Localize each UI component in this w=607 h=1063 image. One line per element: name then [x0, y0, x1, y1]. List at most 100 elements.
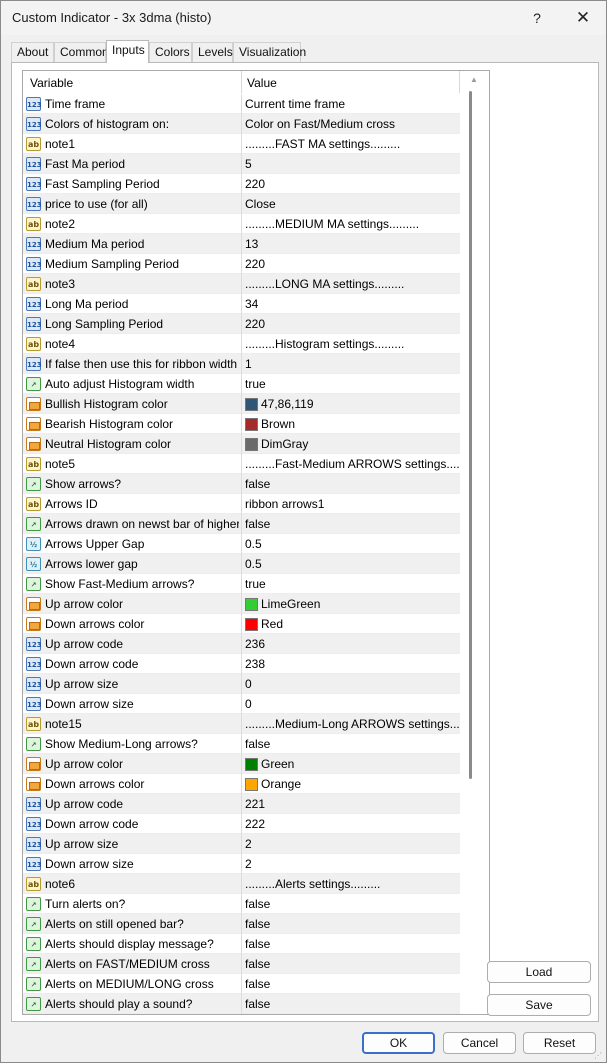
resize-grip-icon[interactable]: ⋰ [594, 1051, 604, 1061]
variable-value[interactable]: 0 [245, 697, 459, 711]
column-divider[interactable] [241, 71, 242, 93]
variable-value[interactable]: 2 [245, 837, 459, 851]
table-row[interactable]: 123 Medium Sampling Period 220 [23, 254, 460, 274]
variable-value[interactable]: 1 [245, 357, 459, 371]
tab-inputs[interactable]: Inputs [106, 40, 149, 63]
variable-value[interactable]: Close [245, 197, 459, 211]
table-row[interactable]: ab note5 .........Fast-Medium ARROWS setti… [23, 454, 460, 474]
variable-value[interactable]: false [245, 517, 459, 531]
variable-value[interactable]: 5 [245, 157, 459, 171]
variable-value[interactable]: 220 [245, 257, 459, 271]
variable-value[interactable]: .........Medium-Long ARROWS settings....… [245, 717, 459, 731]
variable-value[interactable]: Orange [245, 777, 459, 791]
variable-value[interactable]: 0.5 [245, 557, 459, 571]
color-swatch[interactable] [245, 617, 258, 631]
table-row[interactable]: ab Arrows ID ribbon arrows1 [23, 494, 460, 514]
table-row[interactable]: 123 Down arrow size 2 [23, 854, 460, 874]
variable-value[interactable]: DimGray [245, 437, 459, 451]
table-row[interactable]: 123 Up arrow size 2 [23, 834, 460, 854]
variable-value[interactable]: 0 [245, 677, 459, 691]
variable-value[interactable]: Color on Fast/Medium cross [245, 117, 459, 131]
table-row[interactable]: ab note1 .........FAST MA settings........… [23, 134, 460, 154]
variable-value[interactable]: .........Alerts settings......... [245, 877, 459, 891]
variable-value[interactable]: .........FAST MA settings......... [245, 137, 459, 151]
variable-value[interactable]: Brown [245, 417, 459, 431]
column-header-variable[interactable]: Variable [30, 76, 73, 90]
table-row[interactable]: ab note3 .........LONG MA settings........… [23, 274, 460, 294]
color-swatch[interactable] [245, 777, 258, 791]
table-row[interactable]: 123 Colors of histogram on: Color on Fast/… [23, 114, 460, 134]
cancel-button[interactable]: Cancel [443, 1032, 516, 1054]
variable-value[interactable]: Current time frame [245, 97, 459, 111]
variable-value[interactable]: .........MEDIUM MA settings......... [245, 217, 459, 231]
table-row[interactable]: Down arrows color Red [23, 614, 460, 634]
table-row[interactable]: 123 Time frame Current time frame [23, 94, 460, 114]
color-swatch[interactable] [245, 397, 258, 411]
tab-colors[interactable]: Colors [149, 42, 192, 62]
table-row[interactable]: 123 price to use (for all) Close [23, 194, 460, 214]
table-row[interactable]: Bullish Histogram color 47,86,119 [23, 394, 460, 414]
table-row[interactable]: 123 Fast Sampling Period 220 [23, 174, 460, 194]
scroll-up-arrow-icon[interactable]: ▲ [467, 75, 481, 87]
table-row[interactable]: ↗ Show Medium-Long arrows? false [23, 734, 460, 754]
color-swatch[interactable] [245, 597, 258, 611]
table-row[interactable]: ↗ Alerts should display message? false [23, 934, 460, 954]
table-row[interactable]: ↗ Turn alerts on? false [23, 894, 460, 914]
variable-value[interactable]: true [245, 577, 459, 591]
variable-value[interactable]: .........Histogram settings......... [245, 337, 459, 351]
close-button[interactable]: ✕ [560, 1, 606, 35]
column-divider[interactable] [459, 71, 460, 93]
ok-button[interactable]: OK [362, 1032, 435, 1054]
variable-value[interactable]: false [245, 977, 459, 991]
table-row[interactable]: 123 Long Ma period 34 [23, 294, 460, 314]
variable-value[interactable]: 0.5 [245, 537, 459, 551]
variable-value[interactable]: false [245, 937, 459, 951]
table-row[interactable]: Up arrow color LimeGreen [23, 594, 460, 614]
reset-button[interactable]: Reset [523, 1032, 596, 1054]
table-row[interactable]: 123 Down arrow size 0 [23, 694, 460, 714]
tab-about[interactable]: About [11, 42, 54, 62]
table-row[interactable]: 123 Up arrow code 221 [23, 794, 460, 814]
table-row[interactable]: ab note4 .........Histogram settings......… [23, 334, 460, 354]
variable-value[interactable]: 221 [245, 797, 459, 811]
variable-value[interactable]: 236 [245, 637, 459, 651]
table-row[interactable]: 123 Up arrow code 236 [23, 634, 460, 654]
table-row[interactable]: 123 Fast Ma period 5 [23, 154, 460, 174]
table-row[interactable]: 123 Long Sampling Period 220 [23, 314, 460, 334]
table-row[interactable]: ½ Arrows lower gap 0.5 [23, 554, 460, 574]
variable-value[interactable]: Green [245, 757, 459, 771]
table-row[interactable]: ab note2 .........MEDIUM MA settings......… [23, 214, 460, 234]
table-row[interactable]: ab note6 .........Alerts settings......... [23, 874, 460, 894]
column-header-value[interactable]: Value [247, 76, 277, 90]
table-row[interactable]: 123 Down arrow code 222 [23, 814, 460, 834]
tab-visualization[interactable]: Visualization [233, 42, 306, 62]
variable-value[interactable]: false [245, 737, 459, 751]
variable-value[interactable]: false [245, 897, 459, 911]
variable-value[interactable]: 220 [245, 177, 459, 191]
variable-value[interactable]: false [245, 997, 459, 1011]
table-row[interactable]: 123 Up arrow size 0 [23, 674, 460, 694]
table-row[interactable]: ½ Arrows Upper Gap 0.5 [23, 534, 460, 554]
table-row[interactable]: Up arrow color Green [23, 754, 460, 774]
help-button[interactable]: ? [514, 1, 560, 35]
table-row[interactable]: Down arrows color Orange [23, 774, 460, 794]
table-row[interactable]: Bearish Histogram color Brown [23, 414, 460, 434]
vertical-scrollbar[interactable]: ▲ [461, 71, 489, 1014]
table-row[interactable]: ↗ Alerts should play a sound? false [23, 994, 460, 1014]
variable-value[interactable]: 47,86,119 [245, 397, 459, 411]
table-row[interactable]: 123 Medium Ma period 13 [23, 234, 460, 254]
variable-value[interactable]: Red [245, 617, 459, 631]
variable-value[interactable]: 13 [245, 237, 459, 251]
variable-value[interactable]: true [245, 377, 459, 391]
tab-levels[interactable]: Levels [192, 42, 233, 62]
table-row[interactable]: ↗ Auto adjust Histogram width true [23, 374, 460, 394]
variable-value[interactable]: .........LONG MA settings......... [245, 277, 459, 291]
color-swatch[interactable] [245, 437, 258, 451]
save-button[interactable]: Save [487, 994, 591, 1016]
variable-value[interactable]: 222 [245, 817, 459, 831]
variable-value[interactable]: false [245, 477, 459, 491]
table-row[interactable]: ↗ Show arrows? false [23, 474, 460, 494]
variable-value[interactable]: 238 [245, 657, 459, 671]
variable-value[interactable]: ribbon arrows1 [245, 497, 459, 511]
variable-value[interactable]: false [245, 917, 459, 931]
